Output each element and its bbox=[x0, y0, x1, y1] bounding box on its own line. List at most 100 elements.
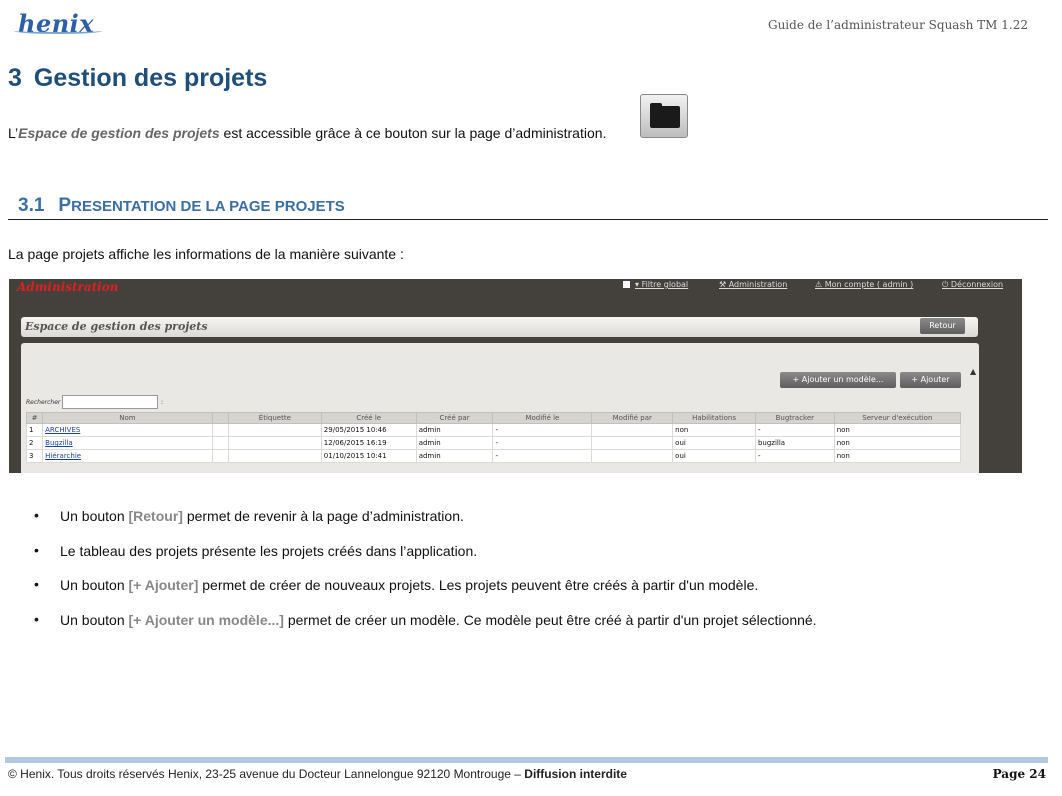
cell bbox=[591, 436, 674, 450]
col-header: Créé le bbox=[320, 412, 417, 424]
project-name-link: Hiérarchie bbox=[42, 449, 213, 463]
section-rule bbox=[8, 219, 1048, 220]
list-item: Le tableau des projets présente les proj… bbox=[34, 542, 817, 578]
scroll-up-icon: ▲ bbox=[970, 367, 977, 376]
logout-link: ⏻ Déconnexion bbox=[942, 280, 1004, 289]
panel-title: Espace de gestion des projets bbox=[25, 320, 208, 333]
retour-button: Retour bbox=[920, 318, 965, 334]
search-colon: : bbox=[161, 399, 164, 406]
add-project-button: + Ajouter bbox=[900, 372, 961, 388]
section-number: 3.1 bbox=[18, 195, 45, 216]
cell bbox=[227, 449, 322, 463]
footer-text: © Henix. Tous droits réservés Henix, 23-… bbox=[8, 767, 627, 781]
cell bbox=[227, 423, 322, 437]
table-row: 1 ARCHIVES 29/05/2015 10:46 admin - non … bbox=[25, 423, 962, 437]
cell: oui bbox=[672, 449, 756, 463]
cell: 1 bbox=[25, 423, 44, 437]
footer-bold: Diffusion interdite bbox=[524, 767, 627, 781]
bullet-text: permet de créer un modèle. Ce modèle peu… bbox=[283, 611, 817, 628]
section-title-rest: RESENTATION DE LA PAGE PROJETS bbox=[71, 198, 345, 215]
administration-link: ⚒ Administration bbox=[719, 280, 788, 289]
table-row: 2 Bugzilla 12/06/2015 16:19 admin - oui … bbox=[25, 436, 962, 450]
project-name-link: ARCHIVES bbox=[42, 423, 213, 437]
cell: non bbox=[672, 423, 756, 437]
section-heading: 3.1 PRESENTATION DE LA PAGE PROJETS bbox=[18, 195, 345, 217]
cell: - bbox=[492, 436, 593, 450]
chapter-heading: 3 Gestion des projets bbox=[8, 64, 267, 93]
cell: 29/05/2015 10:46 bbox=[320, 423, 417, 437]
chapter-number: 3 bbox=[8, 64, 22, 92]
list-item: Un bouton [+ Ajouter un modèle...] perme… bbox=[34, 611, 817, 647]
intro-paragraph: L’Espace de gestion des projets est acce… bbox=[8, 125, 606, 141]
panel-header: Espace de gestion des projets bbox=[21, 317, 978, 337]
bullet-text: Un bouton bbox=[60, 508, 129, 524]
projects-folder-button bbox=[640, 94, 688, 138]
cell: admin bbox=[415, 436, 494, 450]
bullet-text: Le tableau des projets présente les proj… bbox=[60, 542, 478, 559]
cell: 12/06/2015 16:19 bbox=[320, 436, 417, 450]
cell: - bbox=[492, 449, 593, 463]
cell bbox=[211, 436, 229, 450]
col-header: # bbox=[25, 412, 44, 424]
cell: non bbox=[833, 449, 962, 463]
cell: 01/10/2015 10:41 bbox=[320, 449, 417, 463]
bullet-ref: [+ Ajouter] bbox=[128, 577, 199, 593]
table-header-row: # Nom Étiquette Créé le Créé par Modifié… bbox=[25, 412, 962, 424]
project-name-link: Bugzilla bbox=[42, 436, 213, 450]
projects-table: # Nom Étiquette Créé le Créé par Modifié… bbox=[25, 412, 962, 463]
footer-bar bbox=[5, 757, 1048, 763]
cell bbox=[227, 436, 322, 450]
cell: - bbox=[754, 449, 835, 463]
col-header: Serveur d'exécution bbox=[833, 412, 962, 424]
col-header: Créé par bbox=[415, 412, 494, 424]
table-row: 3 Hiérarchie 01/10/2015 10:41 admin - ou… bbox=[25, 449, 962, 463]
logo-swoosh bbox=[14, 28, 102, 34]
bullet-text: Un bouton bbox=[60, 611, 129, 628]
col-header: Nom bbox=[42, 412, 213, 424]
bullet-text: permet de créer de nouveaux projets. Les… bbox=[198, 577, 759, 593]
cell bbox=[211, 449, 229, 463]
cell: non bbox=[833, 423, 962, 437]
cell: - bbox=[492, 423, 593, 437]
cell: - bbox=[754, 423, 835, 437]
search-label: Rechercher bbox=[26, 399, 61, 406]
intro-prefix: L’ bbox=[8, 125, 19, 141]
feature-list: Un bouton [Retour] permet de revenir à l… bbox=[34, 507, 817, 647]
intro-suffix: est accessible grâce à ce bouton sur la … bbox=[219, 125, 607, 141]
cell bbox=[591, 423, 674, 437]
folder-icon bbox=[650, 106, 680, 128]
global-filter-checkbox bbox=[623, 281, 630, 288]
bullet-ref: [Retour] bbox=[128, 508, 183, 524]
account-link: ⚠ Mon compte ( admin ) bbox=[815, 280, 914, 289]
bullet-text: permet de revenir à la page d’administra… bbox=[182, 508, 464, 524]
page-number: Page 24 bbox=[992, 767, 1046, 781]
cell: admin bbox=[415, 449, 494, 463]
cell: bugzilla bbox=[754, 436, 835, 450]
app-title: Administration bbox=[17, 280, 119, 294]
cell: admin bbox=[415, 423, 494, 437]
add-template-button: + Ajouter un modèle... bbox=[780, 372, 896, 388]
intro-emphasis: Espace de gestion des projets bbox=[18, 125, 220, 141]
lead-paragraph: La page projets affiche les informations… bbox=[8, 246, 404, 262]
cell: 3 bbox=[25, 449, 44, 463]
footer-copyright: © Henix. Tous droits réservés Henix, 23-… bbox=[8, 767, 525, 781]
cell: non bbox=[833, 436, 962, 450]
search-input bbox=[62, 395, 158, 409]
chapter-title: Gestion des projets bbox=[33, 64, 268, 92]
cell bbox=[591, 449, 674, 463]
list-item: Un bouton [+ Ajouter] permet de créer de… bbox=[34, 576, 817, 612]
bullet-text: Un bouton bbox=[60, 577, 129, 593]
cell: 2 bbox=[25, 436, 44, 450]
document-title: Guide de l’administrateur Squash TM 1.22 bbox=[767, 18, 1028, 32]
col-header: Modifié par bbox=[591, 412, 674, 424]
col-header: Étiquette bbox=[227, 412, 322, 424]
col-header: Bugtracker bbox=[754, 412, 835, 424]
col-header: Modifié le bbox=[492, 412, 593, 424]
global-filter-link: ▾ Filtre global bbox=[635, 280, 689, 289]
list-item: Un bouton [Retour] permet de revenir à l… bbox=[34, 507, 817, 543]
section-title-initial: P bbox=[58, 195, 72, 216]
projects-page-screenshot: Administration ▾ Filtre global ⚒ Adminis… bbox=[9, 279, 1022, 473]
cell bbox=[211, 423, 229, 437]
cell: oui bbox=[672, 436, 756, 450]
col-header bbox=[211, 412, 229, 424]
